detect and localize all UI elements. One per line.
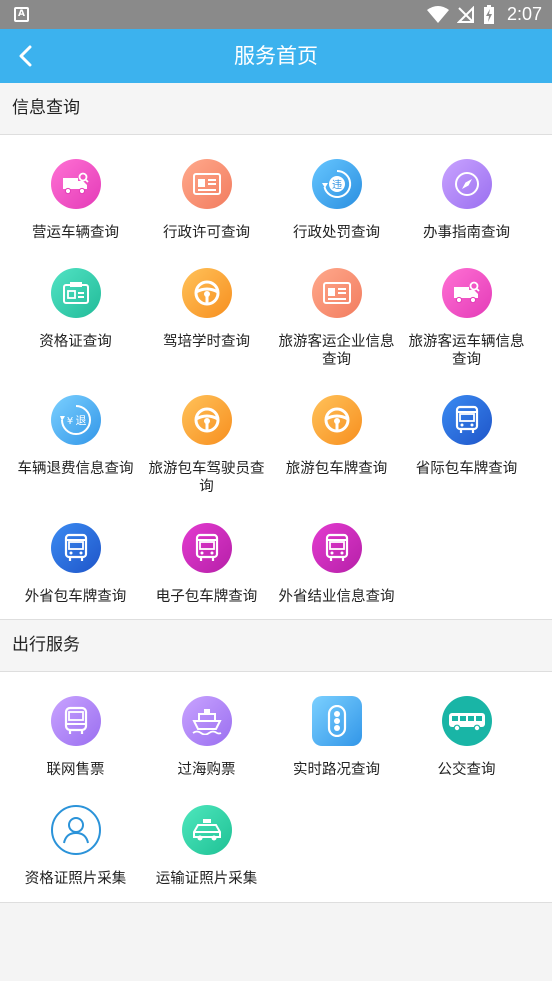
- svg-text:违: 违: [332, 179, 342, 191]
- license-card-icon: [181, 159, 232, 209]
- item-label: 电子包车牌查询: [155, 589, 258, 605]
- bus-icon: [441, 395, 492, 445]
- item-label: 资格证查询: [39, 334, 112, 350]
- truck-search-icon: [441, 268, 492, 318]
- bus-icon: [311, 523, 362, 573]
- item-tour-driver-query[interactable]: 旅游包车驾驶员查询: [141, 395, 272, 496]
- compass-icon: [441, 159, 492, 209]
- traffic-light-icon: [311, 696, 362, 746]
- item-sea-crossing-ticket[interactable]: 过海购票: [141, 696, 272, 779]
- battery-charging-icon: [483, 4, 494, 24]
- item-qualification-photo[interactable]: 资格证照片采集: [10, 805, 141, 888]
- item-tour-vehicle-query[interactable]: 旅游客运车辆信息查询: [401, 268, 532, 369]
- item-label: 营运车辆查询: [32, 225, 119, 241]
- item-operating-vehicle-query[interactable]: 营运车辆查询: [10, 159, 141, 242]
- item-qualification-query[interactable]: 资格证查询: [10, 268, 141, 351]
- item-transport-license-photo[interactable]: 运输证照片采集: [141, 805, 272, 888]
- clock: 2:07: [506, 4, 542, 24]
- steering-wheel-icon: [181, 395, 232, 445]
- item-label: 旅游客运车辆信息查询: [408, 334, 525, 368]
- item-out-province-plate-query[interactable]: 外省包车牌查询: [10, 523, 141, 606]
- violation-icon: 违: [311, 159, 362, 209]
- item-label: 车辆退费信息查询: [17, 461, 134, 477]
- item-label: 办事指南查询: [423, 225, 510, 241]
- app-bar: 服务首页: [0, 29, 552, 83]
- item-online-ticketing[interactable]: 联网售票: [10, 696, 141, 779]
- bus-icon: [181, 523, 232, 573]
- city-bus-icon: [441, 696, 492, 746]
- item-out-province-completion-query[interactable]: 外省结业信息查询: [271, 523, 402, 606]
- item-refund-query[interactable]: ¥ 退 车辆退费信息查询: [10, 395, 141, 478]
- ship-icon: [181, 696, 232, 746]
- item-label: 资格证照片采集: [24, 871, 127, 887]
- item-label: 外省包车牌查询: [24, 589, 127, 605]
- item-admin-license-query[interactable]: 行政许可查询: [141, 159, 272, 242]
- steering-wheel-icon: [181, 268, 232, 318]
- item-label: 过海购票: [177, 762, 236, 778]
- item-label: 外省结业信息查询: [278, 589, 395, 605]
- coach-icon: [50, 696, 101, 746]
- section-title: 信息查询: [12, 98, 80, 118]
- item-guide-query[interactable]: 办事指南查询: [401, 159, 532, 242]
- item-tour-plate-query[interactable]: 旅游包车牌查询: [271, 395, 402, 478]
- license-card-icon: [311, 268, 362, 318]
- item-label: 公交查询: [437, 762, 496, 778]
- section-info-query: 营运车辆查询 行政许可查询 违 行政处罚查询 办事指南查询 资格证查询 驾培学时…: [0, 135, 552, 620]
- svg-text:¥: ¥: [66, 416, 72, 427]
- svg-text:退: 退: [75, 414, 86, 427]
- bus-icon: [50, 523, 101, 573]
- wifi-icon: [426, 5, 449, 23]
- item-label: 行政许可查询: [163, 225, 250, 241]
- item-label: 旅游包车牌查询: [285, 461, 388, 477]
- item-training-hours-query[interactable]: 驾培学时查询: [141, 268, 272, 351]
- item-label: 实时路况查询: [293, 762, 380, 778]
- item-bus-query[interactable]: 公交查询: [401, 696, 532, 779]
- steering-wheel-icon: [311, 395, 362, 445]
- section-header-info-query: 信息查询: [0, 83, 552, 135]
- section-title: 出行服务: [12, 635, 80, 655]
- item-realtime-traffic[interactable]: 实时路况查询: [271, 696, 402, 779]
- item-label: 运输证照片采集: [155, 871, 258, 887]
- item-interprovincial-plate-query[interactable]: 省际包车牌查询: [401, 395, 532, 478]
- truck-search-icon: [50, 159, 101, 209]
- item-label: 行政处罚查询: [293, 225, 380, 241]
- no-signal-icon: [456, 5, 474, 23]
- item-label: 旅游客运企业信息查询: [278, 334, 395, 368]
- item-label: 省际包车牌查询: [415, 461, 518, 477]
- item-admin-penalty-query[interactable]: 违 行政处罚查询: [271, 159, 402, 242]
- status-bar: A 2:07: [0, 0, 552, 29]
- person-icon: [50, 805, 101, 855]
- page-title: 服务首页: [234, 44, 318, 68]
- taxi-icon: [181, 805, 232, 855]
- section-travel-service: 联网售票 过海购票 实时路况查询 公交查询 资格证照片采集 运输证照片采集: [0, 672, 552, 903]
- item-label: 旅游包车驾驶员查询: [148, 461, 265, 495]
- refund-icon: ¥ 退: [50, 395, 101, 445]
- item-label: 联网售票: [46, 762, 105, 778]
- item-tour-company-query[interactable]: 旅游客运企业信息查询: [271, 268, 402, 369]
- section-header-travel-service: 出行服务: [0, 620, 552, 672]
- notification-icon: A: [14, 7, 29, 22]
- item-electronic-plate-query[interactable]: 电子包车牌查询: [141, 523, 272, 606]
- item-label: 驾培学时查询: [163, 334, 250, 350]
- certificate-icon: [50, 268, 101, 318]
